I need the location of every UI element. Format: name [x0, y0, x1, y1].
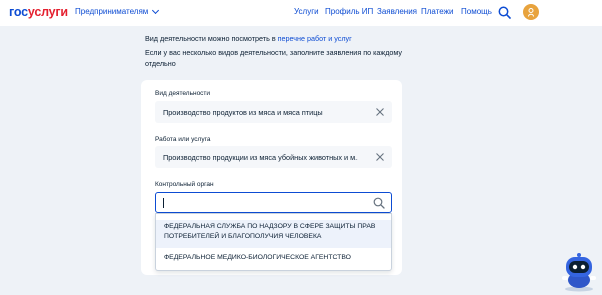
search-icon[interactable] — [498, 6, 511, 19]
authority-dropdown: ФЕДЕРАЛЬНАЯ СЛУЖБА ПО НАДЗОРУ В СФЕРЕ ЗА… — [155, 213, 392, 271]
search-icon[interactable] — [373, 197, 385, 209]
activity-field[interactable]: Производство продуктов из мяса и мяса пт… — [155, 101, 392, 123]
dropdown-option[interactable]: ФЕДЕРАЛЬНОЕ МЕДИКО-БИОЛОГИЧЕСКОЕ АГЕНТСТ… — [156, 253, 391, 269]
gosuslugi-logo[interactable]: госуслуги — [9, 5, 68, 19]
intro-line-1-text: Вид деятельности можно посмотреть в — [145, 34, 278, 43]
top-header: госуслуги Предпринимателям Услуги Профил… — [0, 0, 602, 26]
authority-search-input[interactable] — [155, 192, 392, 213]
work-value: Производство продукции из мяса убойных ж… — [163, 152, 358, 162]
intro-line-2: Если у вас несколько видов деятельности,… — [145, 48, 403, 57]
nav-profile-ip[interactable]: Профиль ИП — [325, 7, 373, 17]
entrepreneurs-label: Предпринимателям — [75, 7, 149, 16]
work-label: Работа или услуга — [155, 136, 211, 143]
works-services-list-link[interactable]: перечне работ и услуг — [278, 34, 352, 43]
nav-services[interactable]: Услуги — [294, 7, 319, 17]
chevron-down-icon — [152, 6, 160, 15]
entrepreneurs-menu[interactable]: Предпринимателям — [75, 6, 160, 17]
nav-applications[interactable]: Заявления — [377, 7, 417, 17]
dropdown-option[interactable]: ФЕДЕРАЛЬНАЯ СЛУЖБА ПО НАДЗОРУ В СФЕРЕ ЗА… — [156, 220, 391, 248]
logo-part-gos: гос — [9, 5, 28, 19]
work-field[interactable]: Производство продукции из мяса убойных ж… — [155, 146, 392, 168]
intro-line-3: отдельно — [145, 59, 176, 68]
logo-part-uslugi: услуги — [27, 5, 68, 19]
nav-help[interactable]: Помощь — [461, 7, 492, 17]
activity-label: Вид деятельности — [155, 90, 211, 97]
text-caret — [163, 198, 164, 208]
activity-value: Производство продуктов из мяса и мяса пт… — [163, 107, 323, 117]
clear-icon[interactable] — [375, 152, 385, 162]
nav-payments[interactable]: Платежи — [421, 7, 453, 17]
authority-label: Контрольный орган — [155, 181, 214, 188]
avatar[interactable] — [523, 4, 539, 20]
robot-assistant-icon[interactable] — [560, 252, 598, 292]
intro-text: Вид деятельности можно посмотреть в пере… — [145, 33, 405, 69]
avatar-icon — [528, 7, 534, 17]
clear-icon[interactable] — [375, 107, 385, 117]
intro-line-1: Вид деятельности можно посмотреть в пере… — [145, 33, 405, 44]
